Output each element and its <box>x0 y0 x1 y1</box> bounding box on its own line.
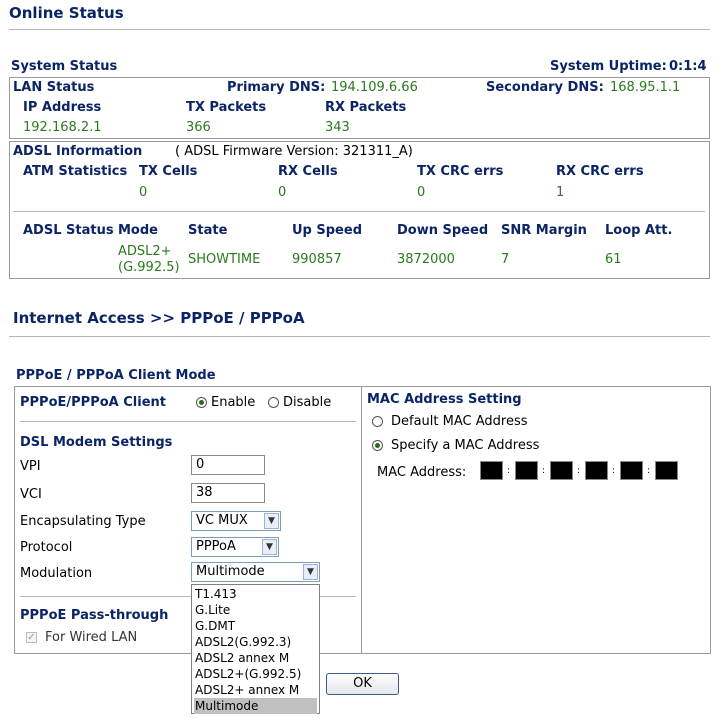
modulation-select[interactable]: Multimode ▼ <box>191 562 320 582</box>
encap-label: Encapsulating Type <box>20 514 146 529</box>
section-title: Internet Access >> PPPoE / PPPoA <box>13 309 305 327</box>
snr-margin-value: 7 <box>501 252 510 267</box>
ip-address-value: 192.168.2.1 <box>23 120 102 135</box>
state-value: SHOWTIME <box>188 252 261 267</box>
disable-radio[interactable] <box>268 397 279 408</box>
protocol-label: Protocol <box>20 540 73 555</box>
client-label: PPPoE/PPPoA Client <box>20 395 166 410</box>
specify-mac-label[interactable]: Specify a MAC Address <box>391 438 539 453</box>
modulation-select-value: Multimode <box>196 564 265 579</box>
vpi-input[interactable]: 0 <box>191 455 265 475</box>
page-title: Online Status <box>9 4 124 22</box>
rx-packets-header: RX Packets <box>325 100 407 115</box>
tx-crc-value: 0 <box>417 185 426 200</box>
modulation-option-selected[interactable]: Multimode <box>194 698 317 714</box>
protocol-select-value: PPPoA <box>196 539 236 554</box>
mac-octet-2[interactable] <box>515 461 538 480</box>
tx-crc-header: TX CRC errs <box>417 164 504 179</box>
system-uptime-label: System Uptime: <box>550 59 667 74</box>
ok-button[interactable]: OK <box>326 673 399 695</box>
mac-address-label: MAC Address: <box>377 465 467 480</box>
default-mac-radio[interactable] <box>372 416 383 427</box>
modulation-dropdown-list[interactable]: T1.413 G.Lite G.DMT ADSL2(G.992.3) ADSL2… <box>191 584 320 714</box>
tx-cells-value: 0 <box>139 185 148 200</box>
adsl-divider <box>13 211 705 212</box>
tx-packets-header: TX Packets <box>186 100 267 115</box>
mac-separator: : <box>647 466 651 476</box>
mac-separator: : <box>577 466 581 476</box>
mac-octet-6[interactable] <box>655 461 678 480</box>
adsl-status-label: ADSL Status <box>23 223 114 238</box>
mac-separator: : <box>507 466 511 476</box>
mode-header: Mode <box>118 223 158 238</box>
loop-att-header: Loop Att. <box>605 223 673 238</box>
wired-lan-checkbox[interactable]: ✓ <box>26 632 37 643</box>
chevron-down-icon[interactable]: ▼ <box>264 513 279 529</box>
state-header: State <box>188 223 228 238</box>
secondary-dns-value: 168.95.1.1 <box>610 80 681 95</box>
wired-lan-label[interactable]: For Wired LAN <box>45 630 137 645</box>
adsl-firmware-version: ( ADSL Firmware Version: 321311_A) <box>175 144 413 159</box>
vpi-label: VPI <box>20 459 41 474</box>
vci-input[interactable]: 38 <box>191 483 265 503</box>
snr-margin-header: SNR Margin <box>501 223 587 238</box>
mac-octet-1[interactable] <box>480 461 503 480</box>
adsl-info-label: ADSL Information <box>13 144 143 159</box>
atm-statistics-label: ATM Statistics <box>23 164 128 179</box>
rx-cells-value: 0 <box>278 185 287 200</box>
secondary-dns-label: Secondary DNS: <box>486 80 604 95</box>
modulation-option[interactable]: T1.413 <box>194 586 317 602</box>
default-mac-label[interactable]: Default MAC Address <box>391 414 528 429</box>
ip-address-header: IP Address <box>23 100 102 115</box>
mac-octet-3[interactable] <box>550 461 573 480</box>
up-speed-value: 990857 <box>292 252 342 267</box>
mac-octet-4[interactable] <box>585 461 608 480</box>
modulation-option[interactable]: G.Lite <box>194 602 317 618</box>
vci-label: VCI <box>20 487 42 502</box>
loop-att-value: 61 <box>605 252 622 267</box>
protocol-select[interactable]: PPPoA ▼ <box>191 537 279 557</box>
mac-setting-title: MAC Address Setting <box>367 392 522 407</box>
modulation-option[interactable]: ADSL2(G.992.3) <box>194 634 317 650</box>
enable-label[interactable]: Enable <box>211 395 255 410</box>
system-status-label: System Status <box>11 59 118 74</box>
chevron-down-icon[interactable]: ▼ <box>303 564 318 580</box>
down-speed-header: Down Speed <box>397 223 489 238</box>
rx-packets-value: 343 <box>325 120 350 135</box>
rx-cells-header: RX Cells <box>278 164 338 179</box>
section-divider <box>9 336 710 337</box>
modulation-option[interactable]: ADSL2 annex M <box>194 650 317 666</box>
modulation-option[interactable]: ADSL2+(G.992.5) <box>194 666 317 682</box>
modulation-option[interactable]: G.DMT <box>194 618 317 634</box>
mac-separator: : <box>612 466 616 476</box>
system-uptime-value: 0:1:4 <box>669 59 707 74</box>
rx-crc-value: 1 <box>556 185 565 200</box>
passthrough-label: PPPoE Pass-through <box>20 608 169 623</box>
disable-label[interactable]: Disable <box>283 395 331 410</box>
dsl-settings-label: DSL Modem Settings <box>20 435 173 450</box>
lan-status-label: LAN Status <box>13 80 95 95</box>
panel-column-divider <box>361 386 362 654</box>
tx-packets-value: 366 <box>186 120 211 135</box>
mac-separator: : <box>542 466 546 476</box>
encap-select-value: VC MUX <box>196 513 248 528</box>
mode-value-line2: (G.992.5) <box>118 260 180 275</box>
modulation-option[interactable]: ADSL2+ annex M <box>194 682 317 698</box>
specify-mac-radio[interactable] <box>372 440 383 451</box>
rx-crc-header: RX CRC errs <box>556 164 644 179</box>
mode-value-line1: ADSL2+ <box>118 244 172 259</box>
enable-radio[interactable] <box>196 397 207 408</box>
up-speed-header: Up Speed <box>292 223 362 238</box>
encap-select[interactable]: VC MUX ▼ <box>191 511 281 531</box>
primary-dns-value: 194.109.6.66 <box>331 80 418 95</box>
divider <box>9 29 710 30</box>
mac-octet-5[interactable] <box>620 461 643 480</box>
chevron-down-icon[interactable]: ▼ <box>262 539 277 555</box>
down-speed-value: 3872000 <box>397 252 455 267</box>
modulation-label: Modulation <box>20 566 93 581</box>
client-mode-title: PPPoE / PPPoA Client Mode <box>16 368 216 383</box>
client-divider <box>20 421 356 422</box>
primary-dns-label: Primary DNS: <box>227 80 326 95</box>
tx-cells-header: TX Cells <box>139 164 198 179</box>
